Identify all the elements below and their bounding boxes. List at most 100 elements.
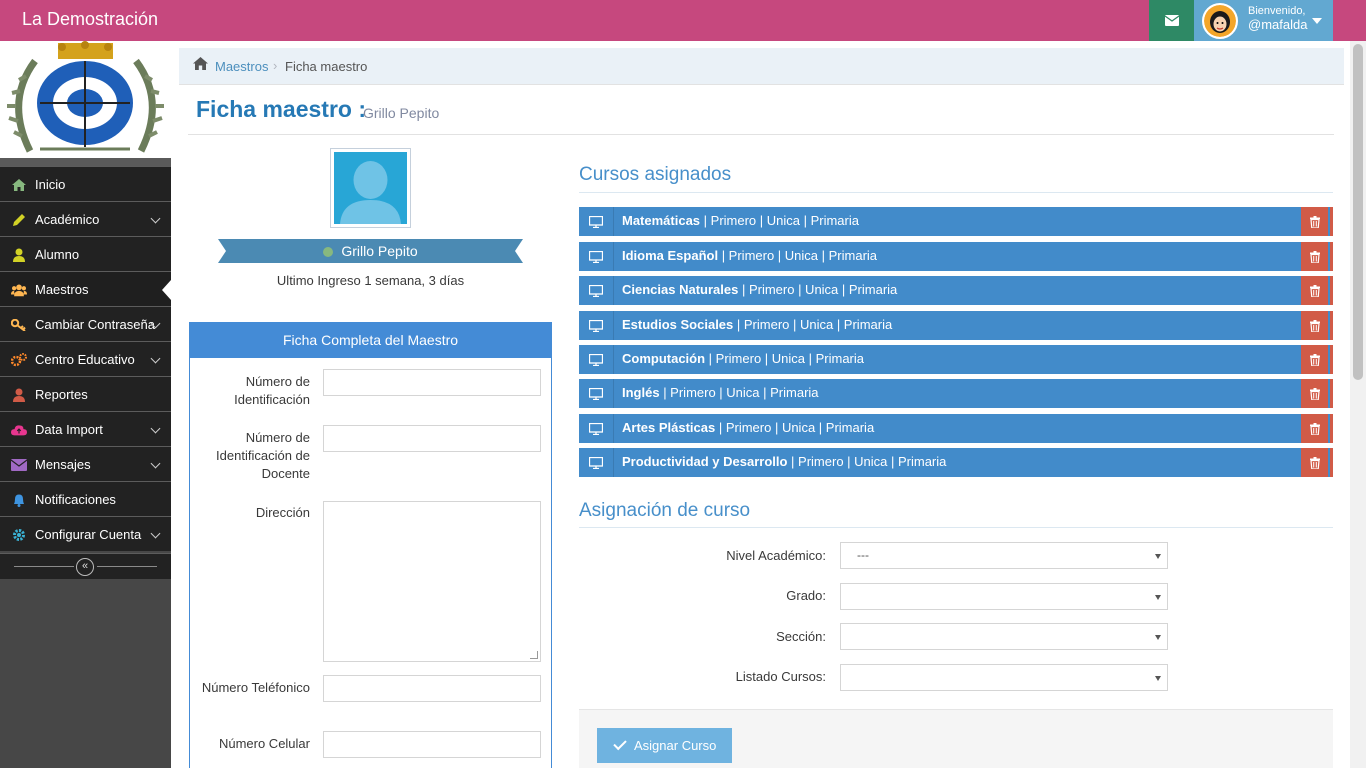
- delete-course-button[interactable]: [1301, 414, 1328, 443]
- divider: [97, 566, 157, 567]
- grado-label: Grado:: [786, 588, 826, 603]
- assign-course-button[interactable]: Asignar Curso: [597, 728, 732, 763]
- user-menu[interactable]: Bienvenido, @mafalda: [1194, 0, 1333, 41]
- grado-select[interactable]: [840, 583, 1168, 610]
- breadcrumb-link-maestros[interactable]: Maestros: [215, 59, 268, 74]
- sidebar-item-label: Centro Educativo: [35, 352, 135, 367]
- sidebar-item-inicio[interactable]: Inicio: [0, 166, 171, 201]
- desktop-icon: [579, 448, 614, 477]
- desktop-icon: [579, 379, 614, 408]
- sidebar: Inicio Académico Alumno Maestros Cambiar…: [0, 41, 171, 768]
- course-name: Productividad y Desarrollo: [622, 454, 788, 469]
- id-number-label: Número de Identificación: [234, 374, 310, 407]
- nivel-academico-select[interactable]: ---: [840, 542, 1168, 569]
- user-icon: [11, 387, 27, 403]
- sidebar-menu: Inicio Académico Alumno Maestros Cambiar…: [0, 166, 171, 551]
- delete-course-button[interactable]: [1301, 207, 1328, 236]
- sidebar-item-configurar-cuenta[interactable]: Configurar Cuenta: [0, 516, 171, 551]
- sidebar-item-maestros[interactable]: Maestros: [0, 271, 171, 306]
- course-name: Artes Plásticas: [622, 420, 716, 435]
- sidebar-item-academico[interactable]: Académico: [0, 201, 171, 236]
- delete-course-button[interactable]: [1301, 311, 1328, 340]
- desktop-icon: [579, 311, 614, 340]
- course-name: Inglés: [622, 385, 660, 400]
- listado-cursos-select[interactable]: [840, 664, 1168, 691]
- profile-photo[interactable]: [330, 148, 411, 228]
- sidebar-item-alumno[interactable]: Alumno: [0, 236, 171, 271]
- sidebar-item-label: Data Import: [35, 422, 103, 437]
- desktop-icon: [579, 276, 614, 305]
- double-chevron-left-icon[interactable]: «: [76, 558, 94, 576]
- row-edge: [1328, 276, 1333, 305]
- sidebar-item-label: Alumno: [35, 247, 80, 262]
- users-icon: [11, 282, 27, 298]
- course-details: | Primero | Unica | Primaria: [738, 282, 898, 297]
- course-row[interactable]: Productividad y Desarrollo | Primero | U…: [579, 448, 1333, 477]
- chevron-down-icon: [150, 423, 161, 434]
- course-details: | Primero | Unica | Primaria: [705, 351, 865, 366]
- messages-button[interactable]: [1149, 0, 1194, 41]
- phone-input[interactable]: [323, 675, 541, 702]
- scrollbar-thumb[interactable]: [1353, 44, 1363, 380]
- envelope-icon: [11, 457, 27, 473]
- sidebar-item-reportes[interactable]: Reportes: [0, 376, 171, 411]
- delete-course-button[interactable]: [1301, 448, 1328, 477]
- course-name: Computación: [622, 351, 706, 366]
- user-silhouette-icon: [340, 161, 401, 224]
- sidebar-item-centro-educativo[interactable]: Centro Educativo: [0, 341, 171, 376]
- trash-icon: [1309, 319, 1320, 332]
- sidebar-item-mensajes[interactable]: Mensajes: [0, 446, 171, 481]
- page-title: Ficha maestro :: [196, 96, 366, 122]
- check-icon: [613, 736, 627, 751]
- delete-course-button[interactable]: [1301, 276, 1328, 305]
- teacher-id-input[interactable]: [323, 425, 541, 452]
- resize-handle-icon[interactable]: [530, 651, 538, 659]
- select-value: ---: [857, 548, 869, 562]
- section-divider: [579, 192, 1333, 193]
- divider: [14, 566, 74, 567]
- course-details: | Primero | Unica | Primaria: [733, 317, 893, 332]
- cell-input[interactable]: [323, 731, 541, 758]
- sidebar-item-data-import[interactable]: Data Import: [0, 411, 171, 446]
- course-row[interactable]: Computación | Primero | Unica | Primaria: [579, 345, 1333, 374]
- course-row[interactable]: Artes Plásticas | Primero | Unica | Prim…: [579, 414, 1333, 443]
- welcome-text: Bienvenido,: [1248, 5, 1306, 17]
- id-number-input[interactable]: [323, 369, 541, 396]
- home-icon[interactable]: [193, 57, 208, 73]
- school-logo: [0, 41, 171, 158]
- desktop-icon: [579, 207, 614, 236]
- course-details: | Primero | Unica | Primaria: [659, 385, 819, 400]
- username: @mafalda: [1248, 17, 1308, 32]
- delete-course-button[interactable]: [1301, 345, 1328, 374]
- sidebar-item-label: Cambiar Contraseña: [35, 317, 155, 332]
- address-textarea[interactable]: [323, 501, 541, 662]
- row-edge: [1328, 242, 1333, 271]
- chevron-down-icon: [150, 353, 161, 364]
- cell-label: Número Celular: [218, 736, 310, 751]
- sidebar-item-label: Notificaciones: [35, 492, 116, 507]
- sidebar-item-cambiar-contrasena[interactable]: Cambiar Contraseña: [0, 306, 171, 341]
- page-scrollbar[interactable]: [1350, 41, 1366, 768]
- course-row[interactable]: Ciencias Naturales | Primero | Unica | P…: [579, 276, 1333, 305]
- delete-course-button[interactable]: [1301, 379, 1328, 408]
- course-row[interactable]: Inglés | Primero | Unica | Primaria: [579, 379, 1333, 408]
- logo-divider: [0, 158, 171, 166]
- desktop-icon: [579, 242, 614, 271]
- course-row[interactable]: Estudios Sociales | Primero | Unica | Pr…: [579, 311, 1333, 340]
- active-indicator: [162, 280, 171, 300]
- address-label: Dirección: [255, 505, 310, 520]
- caret-down-icon: [1155, 676, 1161, 681]
- brand-title[interactable]: La Demostración: [22, 9, 158, 30]
- assigned-courses-title: Cursos asignados: [579, 164, 732, 185]
- delete-course-button[interactable]: [1301, 242, 1328, 271]
- desktop-icon: [579, 345, 614, 374]
- breadcrumb-separator: ›: [273, 58, 278, 73]
- sidebar-item-notificaciones[interactable]: Notificaciones: [0, 481, 171, 516]
- course-row[interactable]: Matemáticas | Primero | Unica | Primaria: [579, 207, 1333, 236]
- seccion-select[interactable]: [840, 623, 1168, 650]
- course-row[interactable]: Idioma Español | Primero | Unica | Prima…: [579, 242, 1333, 271]
- trash-icon: [1309, 250, 1320, 263]
- course-details: | Primero | Unica | Primaria: [700, 213, 859, 228]
- breadcrumb: Maestros › Ficha maestro: [179, 48, 1344, 85]
- breadcrumb-current: Ficha maestro: [285, 59, 368, 74]
